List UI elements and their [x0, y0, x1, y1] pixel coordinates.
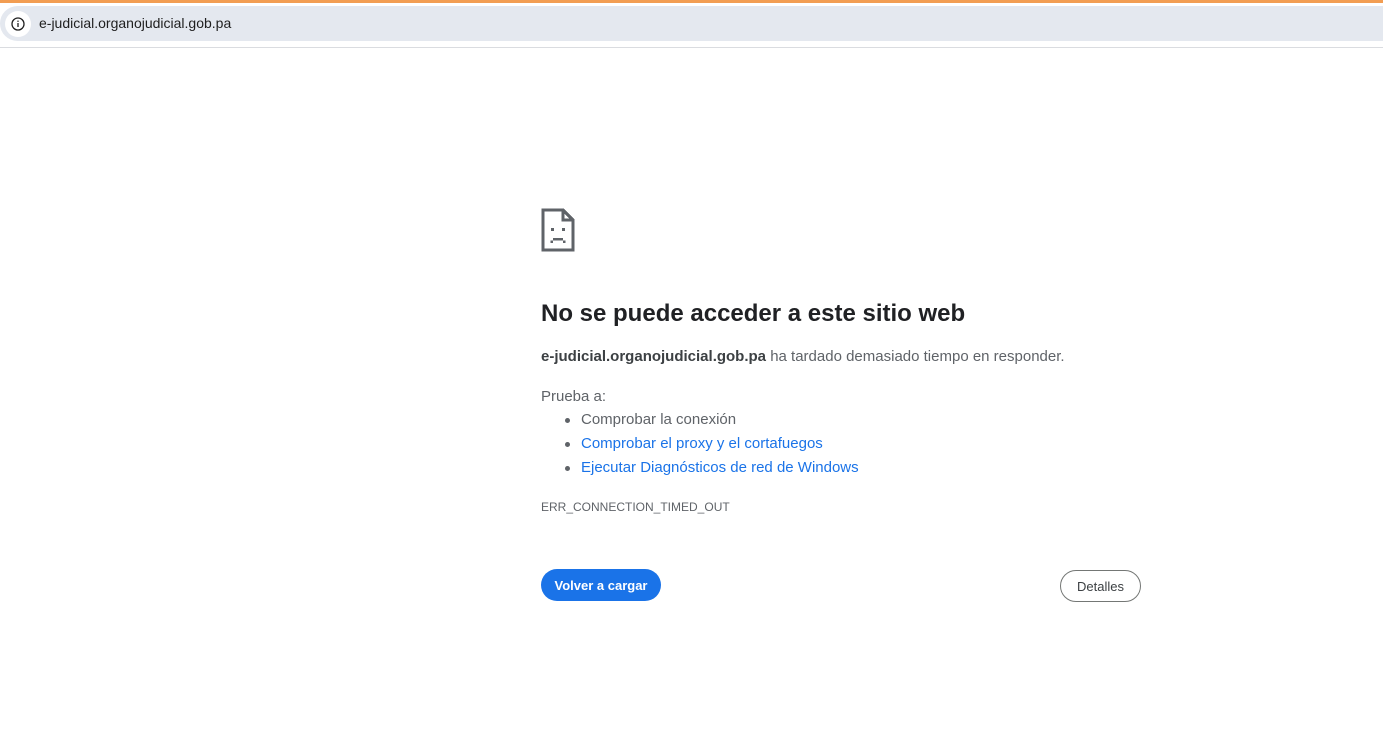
- page-load-accent-bar: [0, 0, 1383, 3]
- run-network-diagnostics-link[interactable]: Ejecutar Diagnósticos de red de Windows: [581, 459, 859, 476]
- page-title: No se puede acceder a este sitio web: [541, 300, 966, 327]
- reload-button[interactable]: Volver a cargar: [541, 569, 661, 601]
- info-circle-icon[interactable]: [5, 11, 31, 37]
- url-text[interactable]: e-judicial.organojudicial.gob.pa: [39, 15, 231, 31]
- suggestion-list: Comprobar la conexión Comprobar el proxy…: [541, 410, 859, 482]
- try-label: Prueba a:: [541, 388, 607, 405]
- suggestion-check-proxy-firewall: Comprobar el proxy y el cortafuegos: [565, 434, 859, 458]
- sad-page-icon: [541, 208, 575, 257]
- toolbar-divider: [0, 47, 1383, 48]
- check-proxy-firewall-link[interactable]: Comprobar el proxy y el cortafuegos: [581, 435, 823, 452]
- details-button[interactable]: Detalles: [1060, 570, 1141, 602]
- description-suffix: ha tardado demasiado tiempo en responder…: [766, 348, 1065, 365]
- error-description: e-judicial.organojudicial.gob.pa ha tard…: [541, 348, 1065, 365]
- suggestion-label: Comprobar la conexión: [581, 411, 737, 428]
- suggestion-run-diagnostics: Ejecutar Diagnósticos de red de Windows: [565, 458, 859, 482]
- error-code: ERR_CONNECTION_TIMED_OUT: [541, 500, 730, 514]
- suggestion-check-connection: Comprobar la conexión: [565, 410, 859, 434]
- address-bar[interactable]: e-judicial.organojudicial.gob.pa: [0, 6, 1383, 41]
- host-name: e-judicial.organojudicial.gob.pa: [541, 348, 767, 365]
